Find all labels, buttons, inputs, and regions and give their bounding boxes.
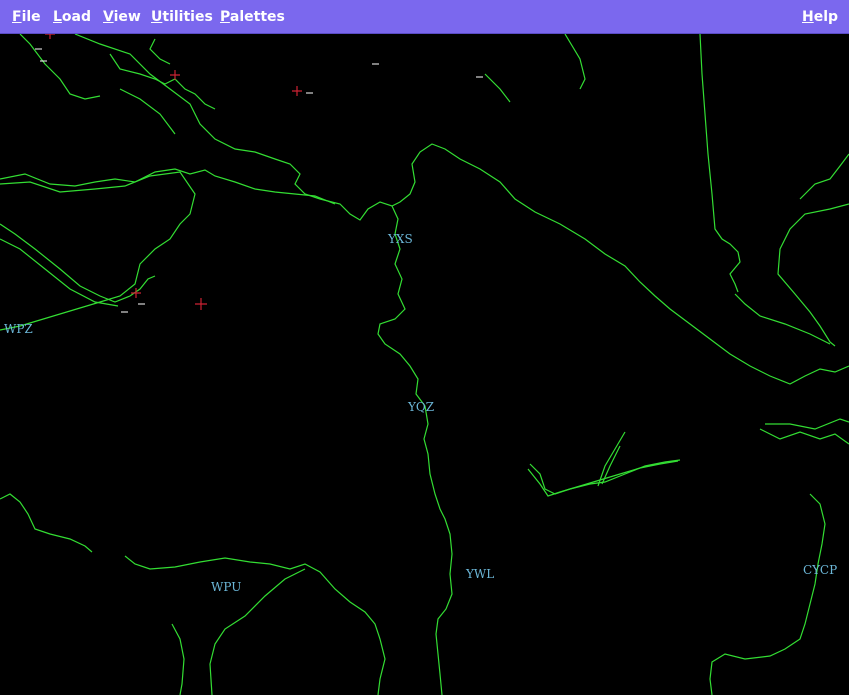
menu-help[interactable]: Help [802, 9, 838, 25]
menu-palettes-label: alettes [229, 9, 285, 25]
boundary-line [119, 88, 176, 135]
boundary-line [734, 293, 831, 345]
station-label: WPU [211, 580, 242, 594]
boundary-line [759, 428, 849, 445]
boundary-line [377, 205, 453, 695]
boundary-line [699, 34, 741, 293]
boundary-line [124, 555, 386, 695]
map-canvas[interactable]: YXS WPZ YQZ YWL WPU CYCP [0, 34, 849, 695]
boundary-line [171, 623, 185, 695]
boundary-line [601, 445, 621, 485]
menu-load[interactable]: Load [53, 9, 91, 25]
boundary-line [597, 431, 626, 487]
boundary-line [777, 203, 849, 347]
station-label: WPZ [4, 322, 33, 336]
station-label: YWL [466, 567, 495, 581]
boundary-line [564, 34, 586, 90]
menu-help-label: elp [813, 9, 839, 25]
boundary-line [799, 153, 849, 200]
plus-marker [195, 298, 207, 310]
boundary-line [709, 493, 826, 695]
menu-file[interactable]: File [12, 9, 41, 25]
menu-load-label: oad [61, 9, 92, 25]
boundary-line [0, 493, 93, 553]
station-markers [45, 34, 302, 310]
menu-view[interactable]: View [103, 9, 141, 25]
menu-palettes[interactable]: Palettes [220, 9, 285, 25]
menu-view-label: iew [113, 9, 141, 25]
boundary-line [19, 34, 101, 100]
plus-marker [170, 70, 180, 80]
plus-marker [45, 34, 55, 39]
boundary-line [0, 223, 156, 303]
boundary-line [765, 418, 849, 430]
menu-utilities-mnemonic: U [151, 9, 163, 25]
menu-file-mnemonic: F [12, 9, 22, 25]
menu-file-label: ile [21, 9, 41, 25]
menu-utilities[interactable]: Utilities [151, 9, 213, 25]
boundary-line [149, 38, 171, 65]
station-label: CYCP [803, 563, 838, 577]
plus-marker [292, 86, 302, 96]
menu-help-mnemonic: H [802, 9, 814, 25]
boundary-lines [0, 34, 849, 695]
boundary-line [0, 171, 196, 331]
map-svg [0, 34, 849, 695]
boundary-line [484, 73, 511, 103]
menu-view-mnemonic: V [103, 9, 114, 25]
boundary-line [527, 460, 679, 497]
menu-utilities-label: tilities [162, 9, 213, 25]
menu-palettes-mnemonic: P [220, 9, 230, 25]
menu-bar: File Load View Utilities Palettes Help [0, 0, 849, 34]
station-label: YXS [388, 232, 413, 246]
station-label: YQZ [408, 400, 435, 414]
menu-load-mnemonic: L [53, 9, 62, 25]
boundary-line [109, 53, 216, 110]
